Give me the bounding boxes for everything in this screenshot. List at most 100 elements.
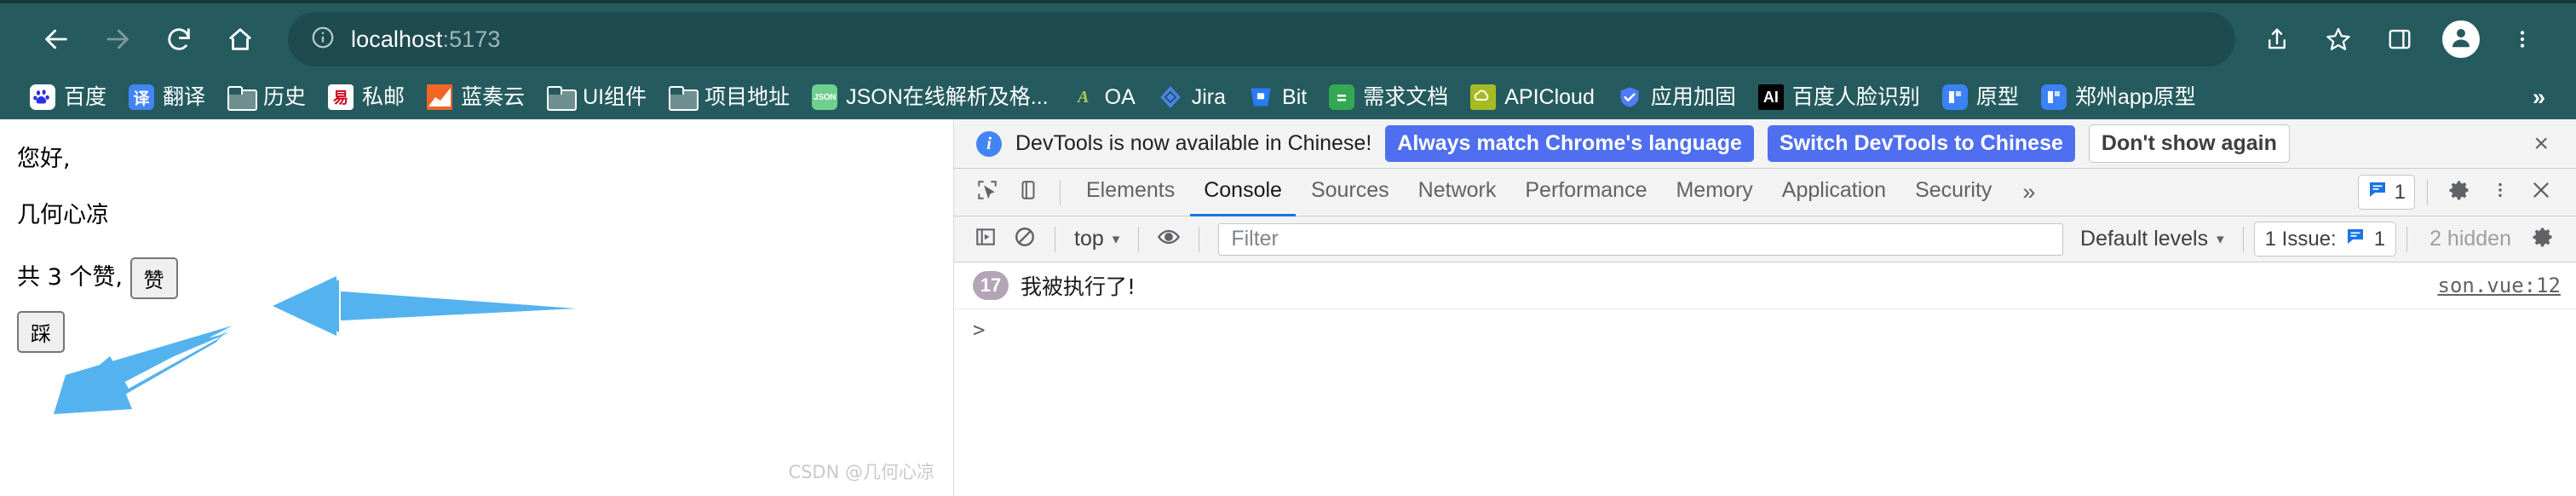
banner-message: DevTools is now available in Chinese! <box>1015 131 1372 155</box>
no-entry-clear-icon <box>1014 226 1036 252</box>
bookmark-item-json-parser[interactable]: JSON JSON在线解析及格... <box>801 79 1060 115</box>
folder-icon <box>227 86 258 111</box>
dont-show-again-button[interactable]: Don't show again <box>2088 124 2290 163</box>
bookmark-label: OA <box>1104 84 1136 109</box>
bookmarks-overflow-button[interactable]: » <box>2519 81 2559 114</box>
bookmark-star-button[interactable] <box>2310 11 2366 67</box>
three-dot-menu-icon <box>2491 179 2510 205</box>
bookmark-item-zhengzhou-app-prototype[interactable]: 郑州app原型 <box>2030 79 2207 115</box>
bookmark-label: 翻译 <box>163 84 206 109</box>
log-level-selector[interactable]: Default levels ▾ <box>2072 223 2233 255</box>
bookmark-item-mail[interactable]: 易 私邮 <box>317 79 416 115</box>
home-icon <box>226 25 255 54</box>
bookmark-item-app-hardening[interactable]: 应用加固 <box>1606 79 1747 115</box>
profile-avatar[interactable] <box>2442 20 2480 58</box>
sidebar-panel-icon <box>975 226 997 252</box>
switch-devtools-to-chinese-button[interactable]: Switch DevTools to Chinese <box>1767 125 2075 162</box>
always-match-chrome-language-button[interactable]: Always match Chrome's language <box>1385 125 1754 162</box>
bookmark-label: 应用加固 <box>1650 84 1736 109</box>
tab-security[interactable]: Security <box>1901 168 2005 216</box>
bookmark-item-bitbucket[interactable]: Bit <box>1237 79 1318 115</box>
tab-console[interactable]: Console <box>1190 168 1296 216</box>
back-button[interactable] <box>26 9 87 70</box>
bookmark-item-apicloud[interactable]: APICloud <box>1459 79 1606 115</box>
like-button[interactable]: 赞 <box>129 257 178 299</box>
chrome-menu-button[interactable] <box>2494 11 2550 67</box>
info-circle-icon[interactable] <box>310 25 336 55</box>
tab-application[interactable]: Application <box>1768 168 1900 216</box>
live-expression-button[interactable] <box>1149 221 1188 258</box>
bookmark-folder-project-urls[interactable]: 项目地址 <box>658 81 801 113</box>
home-button[interactable] <box>210 9 271 70</box>
hidden-messages-label: 2 hidden <box>2429 227 2511 251</box>
tab-performance[interactable]: Performance <box>1511 168 1660 216</box>
tab-elements[interactable]: Elements <box>1072 168 1188 216</box>
devtools-menu-button[interactable] <box>2481 174 2520 211</box>
share-icon <box>2264 26 2290 52</box>
bookmark-folder-history[interactable]: 历史 <box>216 81 317 113</box>
browser-chrome: localhost:5173 百度 译 翻译 历史 易 私邮 蓝奏云 UI组件 … <box>0 0 2576 119</box>
more-tabs-button[interactable]: » <box>2007 174 2050 211</box>
share-button[interactable] <box>2249 11 2305 67</box>
bookmark-label: 历史 <box>263 84 307 109</box>
console-output[interactable]: 17 我被执行了! son.vue:12 > <box>954 262 2576 496</box>
eye-icon <box>1157 225 1181 253</box>
console-issues-button[interactable]: 1 Issue: 1 <box>2253 222 2397 257</box>
close-icon[interactable]: × <box>2525 130 2557 157</box>
chevron-down-icon: ▾ <box>1112 230 1120 247</box>
oa-icon: A <box>1077 87 1090 107</box>
three-dot-menu-icon <box>2511 26 2533 52</box>
clear-console-button[interactable] <box>1005 221 1044 258</box>
bookmark-label: Bit <box>1282 84 1308 109</box>
side-panel-button[interactable] <box>2372 11 2428 67</box>
bookmark-label: JSON在线解析及格... <box>846 84 1049 109</box>
bookmark-item-requirement-doc[interactable]: 需求文档 <box>1318 79 1459 115</box>
bookmark-item-translate[interactable]: 译 翻译 <box>118 79 216 115</box>
bookmark-item-lanzou[interactable]: 蓝奏云 <box>416 79 536 115</box>
info-icon: i <box>976 130 1002 157</box>
bookmark-item-prototype[interactable]: 原型 <box>1931 79 2030 115</box>
tab-memory[interactable]: Memory <box>1662 168 1766 216</box>
toggle-device-toolbar-button[interactable] <box>1009 174 1048 211</box>
content-area: 您好, 几何心凉 共 3 个赞, 赞 踩 CSDN @几何心凉 i DevToo… <box>0 119 2576 496</box>
web-page-viewport: 您好, 几何心凉 共 3 个赞, 赞 踩 CSDN @几何心凉 <box>0 119 954 496</box>
bookmark-item-oa[interactable]: A OA <box>1060 79 1147 115</box>
devtools-close-button[interactable] <box>2521 174 2561 211</box>
bookmark-label: Jira <box>1191 84 1227 109</box>
console-filter-input[interactable] <box>1218 222 2064 256</box>
close-icon <box>2530 179 2552 205</box>
console-prompt-row[interactable]: > <box>954 309 2576 350</box>
greeting-text: 您好, <box>17 146 71 172</box>
address-bar[interactable]: localhost:5173 <box>288 12 2235 66</box>
bookmarks-bar: 百度 译 翻译 历史 易 私邮 蓝奏云 UI组件 项目地址 JSON JSON在… <box>0 75 2576 119</box>
bookmark-folder-ui-components[interactable]: UI组件 <box>536 81 658 113</box>
log-source-link[interactable]: son.vue:12 <box>2438 274 2562 297</box>
bookmark-item-baidu-face-recognition[interactable]: AI 百度人脸识别 <box>1747 79 1931 115</box>
console-sidebar-toggle-button[interactable] <box>966 221 1005 258</box>
bookmark-label: APICloud <box>1504 84 1595 109</box>
browser-window: localhost:5173 百度 译 翻译 历史 易 私邮 蓝奏云 UI组件 … <box>0 0 2576 496</box>
reload-button[interactable] <box>148 9 210 70</box>
console-toolbar: top ▾ Default levels ▾ 1 Issue: <box>954 216 2576 262</box>
console-log-row[interactable]: 17 我被执行了! son.vue:12 <box>954 262 2576 309</box>
forward-button[interactable] <box>87 9 148 70</box>
apicloud-icon <box>1470 84 1497 110</box>
tab-network[interactable]: Network <box>1405 168 1510 216</box>
inspect-element-button[interactable] <box>968 174 1007 211</box>
dislike-button[interactable]: 踩 <box>17 310 65 353</box>
toolbar-right-actions <box>2249 11 2550 67</box>
bookmark-label: 郑州app原型 <box>2074 84 2196 109</box>
bookmark-item-jira[interactable]: Jira <box>1147 79 1237 115</box>
bookmark-item-baidu[interactable]: 百度 <box>19 79 118 115</box>
execution-context-selector[interactable]: top ▾ <box>1066 223 1128 255</box>
tab-sources[interactable]: Sources <box>1297 168 1403 216</box>
devtools-settings-button[interactable] <box>2440 174 2479 211</box>
log-message-text: 我被执行了! <box>1021 274 1136 299</box>
issues-counter-button[interactable]: 1 <box>2357 175 2415 210</box>
translate-icon: 译 <box>129 84 155 110</box>
axure-icon <box>2040 84 2067 110</box>
folder-icon <box>547 86 578 111</box>
devtools-panel: i DevTools is now available in Chinese! … <box>954 119 2576 496</box>
console-settings-button[interactable] <box>2523 221 2562 258</box>
devtools-language-banner: i DevTools is now available in Chinese! … <box>954 119 2576 169</box>
